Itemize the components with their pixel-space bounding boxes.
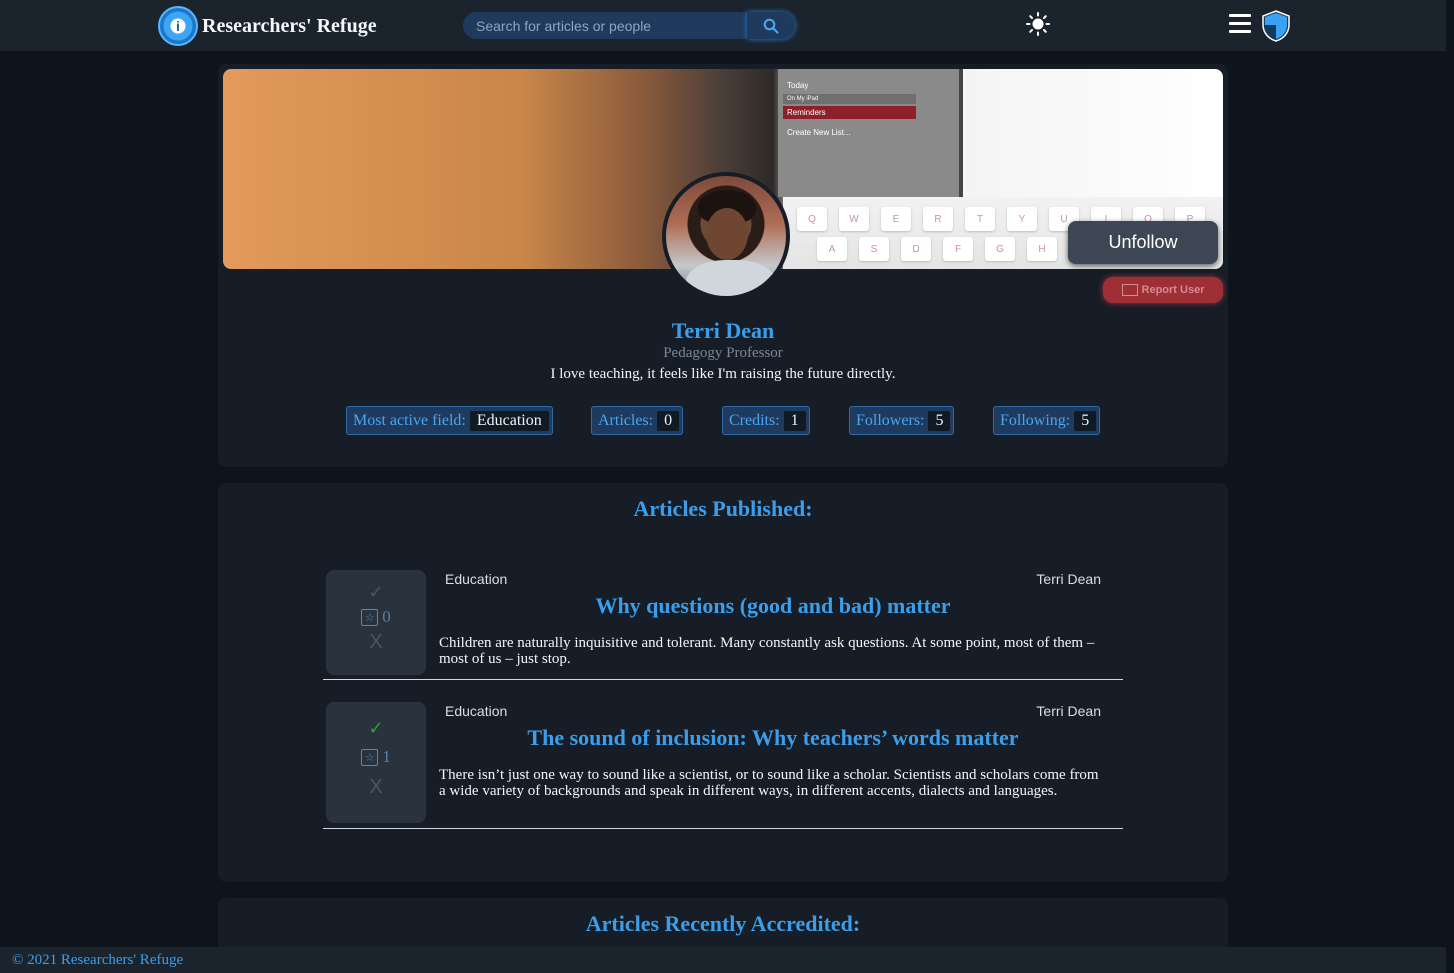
stat-credits: Credits: 1 [722,406,810,435]
banner-key: S [859,237,889,261]
article-description: Children are naturally inquisitive and t… [439,635,1095,667]
hamburger-menu-icon[interactable] [1229,14,1251,36]
star-icon: ☆ [361,748,379,766]
theme-toggle-button[interactable] [1026,12,1050,36]
stat-value: 0 [657,410,680,431]
stat-label: Articles: [598,411,654,429]
stat-label: Most active field: [353,411,466,429]
unfollow-button[interactable]: Unfollow [1068,221,1218,264]
report-user-label: Report User [1141,284,1205,296]
banner-tablet-graphic: Today On My iPad Reminders Create New Li… [778,69,963,197]
banner-key: R [923,207,953,231]
credit-score: ☆ 0 [361,607,391,627]
banner-key: H [1027,237,1057,261]
brand-logo-icon: i [158,6,198,46]
banner-key: A [817,237,847,261]
stat-label: Following: [1000,411,1071,429]
article-author[interactable]: Terri Dean [1036,571,1101,587]
stat-following[interactable]: Following: 5 [993,406,1101,435]
credit-count: 1 [382,747,391,766]
credit-score: ☆ 1 [361,747,391,767]
footer: © 2021 Researchers' Refuge [0,947,1446,973]
article-description: There isn’t just one way to sound like a… [439,767,1099,799]
banner-key: G [985,237,1015,261]
banner-key: T [965,207,995,231]
banner-tablet-item: Reminders [783,106,916,119]
stat-value: 5 [928,410,951,431]
banner-key: Y [1007,207,1037,231]
stat-label: Credits: [729,411,780,429]
top-navbar: i Researchers' Refuge [0,0,1446,51]
banner-key: D [901,237,931,261]
banner-tablet-item: Today [787,81,809,90]
profile-card: Today On My iPad Reminders Create New Li… [218,64,1228,467]
accredit-check-icon[interactable]: ✓ [368,718,383,739]
article-title[interactable]: Why questions (good and bad) matter [439,593,1107,619]
banner-key: F [943,237,973,261]
envelope-icon [1121,284,1138,296]
star-icon: ☆ [361,608,379,626]
accredit-check-icon[interactable]: ✓ [368,582,383,603]
vote-panel: ✓ ☆ 0 X [326,570,426,675]
banner-tablet-item: On My iPad [783,94,916,104]
footer-copyright: © 2021 Researchers' Refuge [12,952,184,968]
stat-value: 5 [1074,410,1097,431]
section-title: Articles Recently Accredited: [585,911,861,936]
vote-panel: ✓ ☆ 1 X [326,702,426,823]
stat-value: 1 [783,410,806,431]
banner-key: W [839,207,869,231]
stat-label: Followers: [856,411,925,429]
article-item[interactable]: ✓ ☆ 0 X Education Terri Dean Why questio… [323,570,1123,680]
profile-role: Pedagogy Professor [663,345,783,361]
profile-bio: I love teaching, it feels like I'm raisi… [550,366,896,382]
stat-articles: Articles: 0 [591,406,684,435]
article-title[interactable]: The sound of inclusion: Why teachers’ wo… [439,725,1107,751]
search-icon [763,18,779,34]
profile-name: Terri Dean [671,318,775,343]
stat-followers[interactable]: Followers: 5 [849,406,955,435]
reject-x-icon[interactable]: X [369,776,382,799]
search-button[interactable] [747,12,795,39]
brand-name: Researchers' Refuge [202,14,377,37]
scrollbar[interactable] [1446,0,1454,973]
sun-icon [1026,12,1050,36]
banner-key: Q [797,207,827,231]
reject-x-icon[interactable]: X [369,631,382,654]
banner-key: E [881,207,911,231]
stat-value: Education [469,410,549,431]
article-author[interactable]: Terri Dean [1036,703,1101,719]
credit-count: 0 [382,607,391,626]
banner-tablet-item: Create New List... [787,128,851,137]
section-title: Articles Published: [633,496,813,521]
article-field[interactable]: Education [445,571,507,587]
avatar [662,172,790,300]
articles-published-card: Articles Published: ✓ ☆ 0 X Education Te… [218,483,1228,882]
brand-link[interactable]: i Researchers' Refuge [158,6,377,46]
report-user-button[interactable]: Report User [1103,277,1223,303]
article-item[interactable]: ✓ ☆ 1 X Education Terri Dean The sound o… [323,702,1123,829]
search-input[interactable] [463,12,747,39]
article-field[interactable]: Education [445,703,507,719]
shield-icon[interactable] [1261,10,1291,42]
search-bar [463,12,795,39]
stat-most-active-field: Most active field: Education [346,406,553,435]
